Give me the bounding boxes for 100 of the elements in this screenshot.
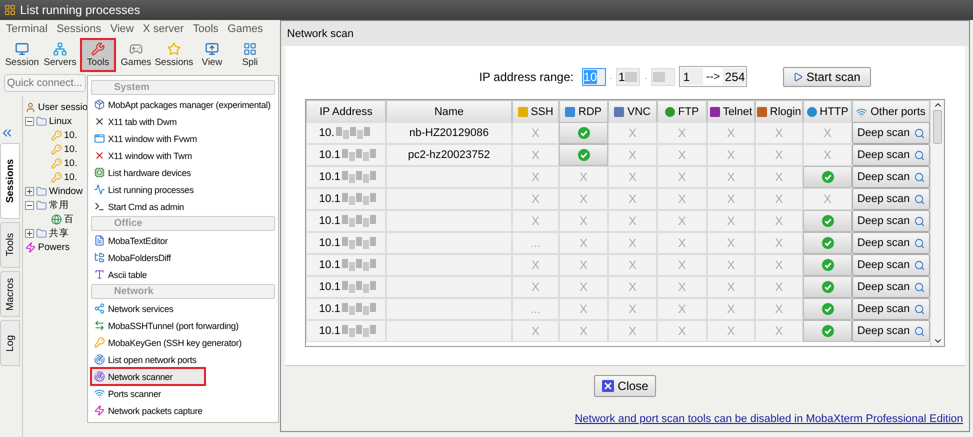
deep-scan-button[interactable]: Deep scan	[852, 254, 930, 276]
monitor-icon	[15, 42, 29, 56]
deep-scan-button[interactable]: Deep scan	[852, 188, 930, 210]
range-end-field[interactable]: 254	[722, 68, 745, 85]
menu-entry[interactable]: MobaFoldersDiff	[91, 249, 275, 266]
tree-item[interactable]: Powers	[38, 242, 70, 252]
scrollbar[interactable]	[930, 100, 944, 346]
ip-octet-field[interactable]	[651, 68, 676, 86]
collapse-toggle-icon[interactable]	[25, 116, 34, 126]
close-button[interactable]: Close	[594, 375, 656, 397]
menu-item[interactable]: Games	[228, 23, 263, 35]
side-tab[interactable]: Sessions	[0, 143, 20, 219]
open-port-button[interactable]	[803, 166, 852, 188]
deep-scan-button[interactable]: Deep scan	[852, 166, 930, 188]
open-port-button[interactable]	[803, 232, 852, 254]
menu-entry[interactable]: MobaKeyGen (SSH key generator)	[91, 334, 275, 351]
scroll-thumb[interactable]	[933, 110, 942, 144]
menu-item[interactable]: Tools	[192, 23, 219, 35]
upgrade-link[interactable]: Network and port scan tools can be disabled in MobaXterm Professional Edition	[574, 413, 963, 425]
menu-entry[interactable]: Network packets capture	[91, 402, 275, 419]
toolbar-button[interactable]: Spli	[232, 38, 268, 72]
open-port-button[interactable]	[559, 144, 608, 166]
menu-item[interactable]: Terminal	[6, 23, 48, 35]
menu-section-title: System	[114, 82, 150, 93]
column-header[interactable]: HTTP	[803, 100, 852, 124]
port-cell: X	[707, 320, 755, 342]
deep-scan-button[interactable]: Deep scan	[852, 232, 930, 254]
port-cell: X	[755, 276, 803, 298]
menu-item[interactable]: View	[110, 23, 134, 35]
open-port-button[interactable]	[803, 276, 852, 298]
deep-scan-button[interactable]: Deep scan	[852, 122, 930, 144]
menu-entry[interactable]: MobaSSHTunnel (port forwarding)	[91, 317, 275, 334]
tree-item[interactable]: 10.	[64, 172, 78, 182]
column-header[interactable]: Rlogin	[755, 100, 803, 124]
column-header[interactable]: IP Address	[306, 100, 386, 124]
menu-section-title: Network	[114, 286, 154, 297]
check-icon	[822, 237, 834, 249]
menu-entry[interactable]: X11 window with Twm	[91, 147, 275, 164]
column-header[interactable]: Name	[386, 100, 512, 124]
menu-entry[interactable]: Start Cmd as admin	[91, 198, 275, 215]
toolbar-button[interactable]: View	[194, 38, 230, 72]
deep-scan-button[interactable]: Deep scan	[852, 144, 930, 166]
deep-scan-button[interactable]: Deep scan	[852, 210, 930, 232]
port-cell: X	[512, 188, 559, 210]
tree-item[interactable]: 10.	[64, 144, 78, 154]
start-scan-button[interactable]: Start scan	[782, 66, 871, 86]
tree-item[interactable]: User sessio	[38, 102, 88, 112]
toolbar-button[interactable]: Session	[4, 38, 40, 72]
side-tab[interactable]: Macros	[0, 271, 20, 317]
tree-item[interactable]: 常用	[49, 198, 69, 212]
menu-item[interactable]: Sessions	[56, 23, 102, 35]
open-port-button[interactable]	[803, 298, 852, 320]
column-header[interactable]: FTP	[657, 100, 707, 124]
menu-item[interactable]: X server	[142, 23, 184, 35]
open-port-button[interactable]	[803, 210, 852, 232]
menu-entry[interactable]: List hardware devices	[91, 164, 275, 181]
menu-entry[interactable]: MobaTextEditor	[91, 232, 275, 249]
port-cell: X	[559, 320, 608, 342]
menu-entry[interactable]: MobApt packages manager (experimental)	[91, 96, 275, 113]
open-port-button[interactable]	[803, 320, 852, 342]
toolbar-button[interactable]: Games	[118, 38, 154, 72]
column-header[interactable]: Other ports	[852, 100, 930, 124]
range-start-field[interactable]: 1	[681, 68, 704, 85]
open-port-button[interactable]	[559, 122, 608, 144]
tree-item[interactable]: 百	[64, 212, 74, 226]
menu-entry[interactable]: Network scanner	[91, 368, 205, 385]
document-icon	[94, 235, 105, 246]
menu-entry[interactable]: List open network ports	[91, 351, 275, 368]
deep-scan-button[interactable]: Deep scan	[852, 298, 930, 320]
menu-entry[interactable]: Ascii table	[91, 266, 275, 283]
column-header[interactable]: SSH	[512, 100, 559, 124]
menu-entry[interactable]: X11 tab with Dwm	[91, 113, 275, 130]
menu-entry[interactable]: Network services	[91, 300, 275, 317]
toolbar-button[interactable]: Tools	[80, 38, 116, 72]
menu-entry[interactable]: X11 window with Fvwm	[91, 130, 275, 147]
tree-item[interactable]: 共享	[49, 226, 69, 240]
menu-entry[interactable]: Ports scanner	[91, 385, 275, 402]
tree-item[interactable]: 10.	[64, 158, 78, 168]
quick-connect-field[interactable]: Quick connect...	[4, 74, 86, 92]
tree-item[interactable]: Window	[49, 186, 83, 196]
open-port-button[interactable]	[803, 254, 852, 276]
collapse-toggle-icon[interactable]	[25, 200, 34, 210]
side-tab[interactable]: Log	[0, 320, 20, 366]
deep-scan-button[interactable]: Deep scan	[852, 320, 930, 342]
tree-item[interactable]: 10.	[64, 130, 78, 140]
menu-entry[interactable]: List running processes	[91, 181, 275, 198]
deep-scan-button[interactable]: Deep scan	[852, 276, 930, 298]
expand-toggle-icon[interactable]	[25, 228, 34, 238]
ip-octet-field[interactable]: 1	[616, 68, 640, 86]
port-cell: X	[657, 188, 707, 210]
side-tab[interactable]: Tools	[0, 222, 20, 268]
expand-toggle-icon[interactable]	[25, 186, 34, 196]
port-cell: ...	[512, 298, 559, 320]
toolbar-button[interactable]: Servers	[42, 38, 78, 72]
column-header[interactable]: Telnet	[707, 100, 755, 124]
toolbar-button[interactable]: Sessions	[156, 38, 192, 72]
column-header[interactable]: RDP	[559, 100, 608, 124]
column-header[interactable]: VNC	[608, 100, 657, 124]
blurred-text	[342, 281, 376, 293]
tree-item[interactable]: Linux	[49, 116, 72, 126]
